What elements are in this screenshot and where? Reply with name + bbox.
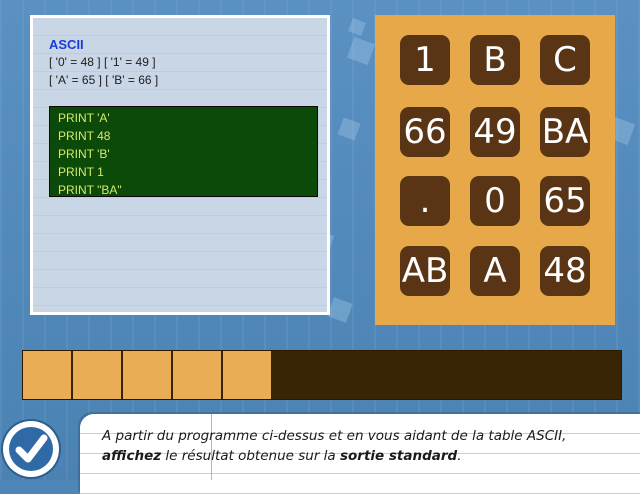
instruction-line-1: A partir du programme ci-dessus et en vo… (102, 428, 567, 444)
validate-button[interactable] (3, 421, 59, 477)
instruction-emphasis-display: affichez (102, 448, 162, 464)
progress-cell-filled (173, 351, 222, 399)
program-line: PRINT 1 (58, 165, 104, 179)
answer-tile[interactable]: 65 (540, 176, 590, 226)
ascii-title: ASCII (49, 37, 84, 52)
program-console: PRINT 'A' PRINT 48 PRINT 'B' PRINT 1 PRI… (49, 106, 318, 197)
ascii-table-line: [ 'A' = 65 ] [ 'B' = 66 ] (49, 73, 159, 87)
bg-square (346, 36, 376, 66)
code-panel: ASCII [ '0' = 48 ] [ '1' = 49 ] [ 'A' = … (30, 15, 330, 315)
instruction-end: . (457, 448, 462, 464)
checkmark-icon (15, 434, 48, 463)
answer-tile-board: 1 B C 66 49 BA . 0 65 AB A 48 (375, 15, 615, 325)
progress-cell-filled (23, 351, 72, 399)
progress-cell-filled (223, 351, 272, 399)
bg-square (337, 117, 361, 141)
answer-tile[interactable]: 66 (400, 107, 450, 157)
program-line: PRINT 'A' (58, 111, 110, 125)
progress-bar (22, 350, 622, 400)
answer-tile[interactable]: 0 (470, 176, 520, 226)
instruction-line-2: le résultat obtenue sur la (161, 448, 340, 464)
instruction-text: A partir du programme ci-dessus et en vo… (102, 426, 640, 466)
bg-square (327, 297, 353, 323)
program-line: PRINT 48 (58, 129, 111, 143)
answer-tile[interactable]: AB (400, 246, 450, 296)
answer-tile[interactable]: 49 (470, 107, 520, 157)
instruction-emphasis-stdout: sortie standard (339, 448, 458, 464)
progress-cell-filled (73, 351, 122, 399)
program-line: PRINT "BA" (58, 183, 122, 197)
instruction-note: A partir du programme ci-dessus et en vo… (80, 414, 640, 494)
answer-tile[interactable]: C (540, 35, 590, 85)
program-line: PRINT 'B' (58, 147, 110, 161)
ascii-table-line: [ '0' = 48 ] [ '1' = 49 ] (49, 55, 156, 69)
answer-tile[interactable]: BA (540, 107, 590, 157)
validate-button-face (9, 427, 53, 471)
answer-tile[interactable]: B (470, 35, 520, 85)
progress-cell-filled (123, 351, 172, 399)
answer-tile[interactable]: 48 (540, 246, 590, 296)
bg-square (348, 18, 366, 36)
answer-tile[interactable]: A (470, 246, 520, 296)
answer-tile[interactable]: 1 (400, 35, 450, 85)
answer-tile[interactable]: . (400, 176, 450, 226)
